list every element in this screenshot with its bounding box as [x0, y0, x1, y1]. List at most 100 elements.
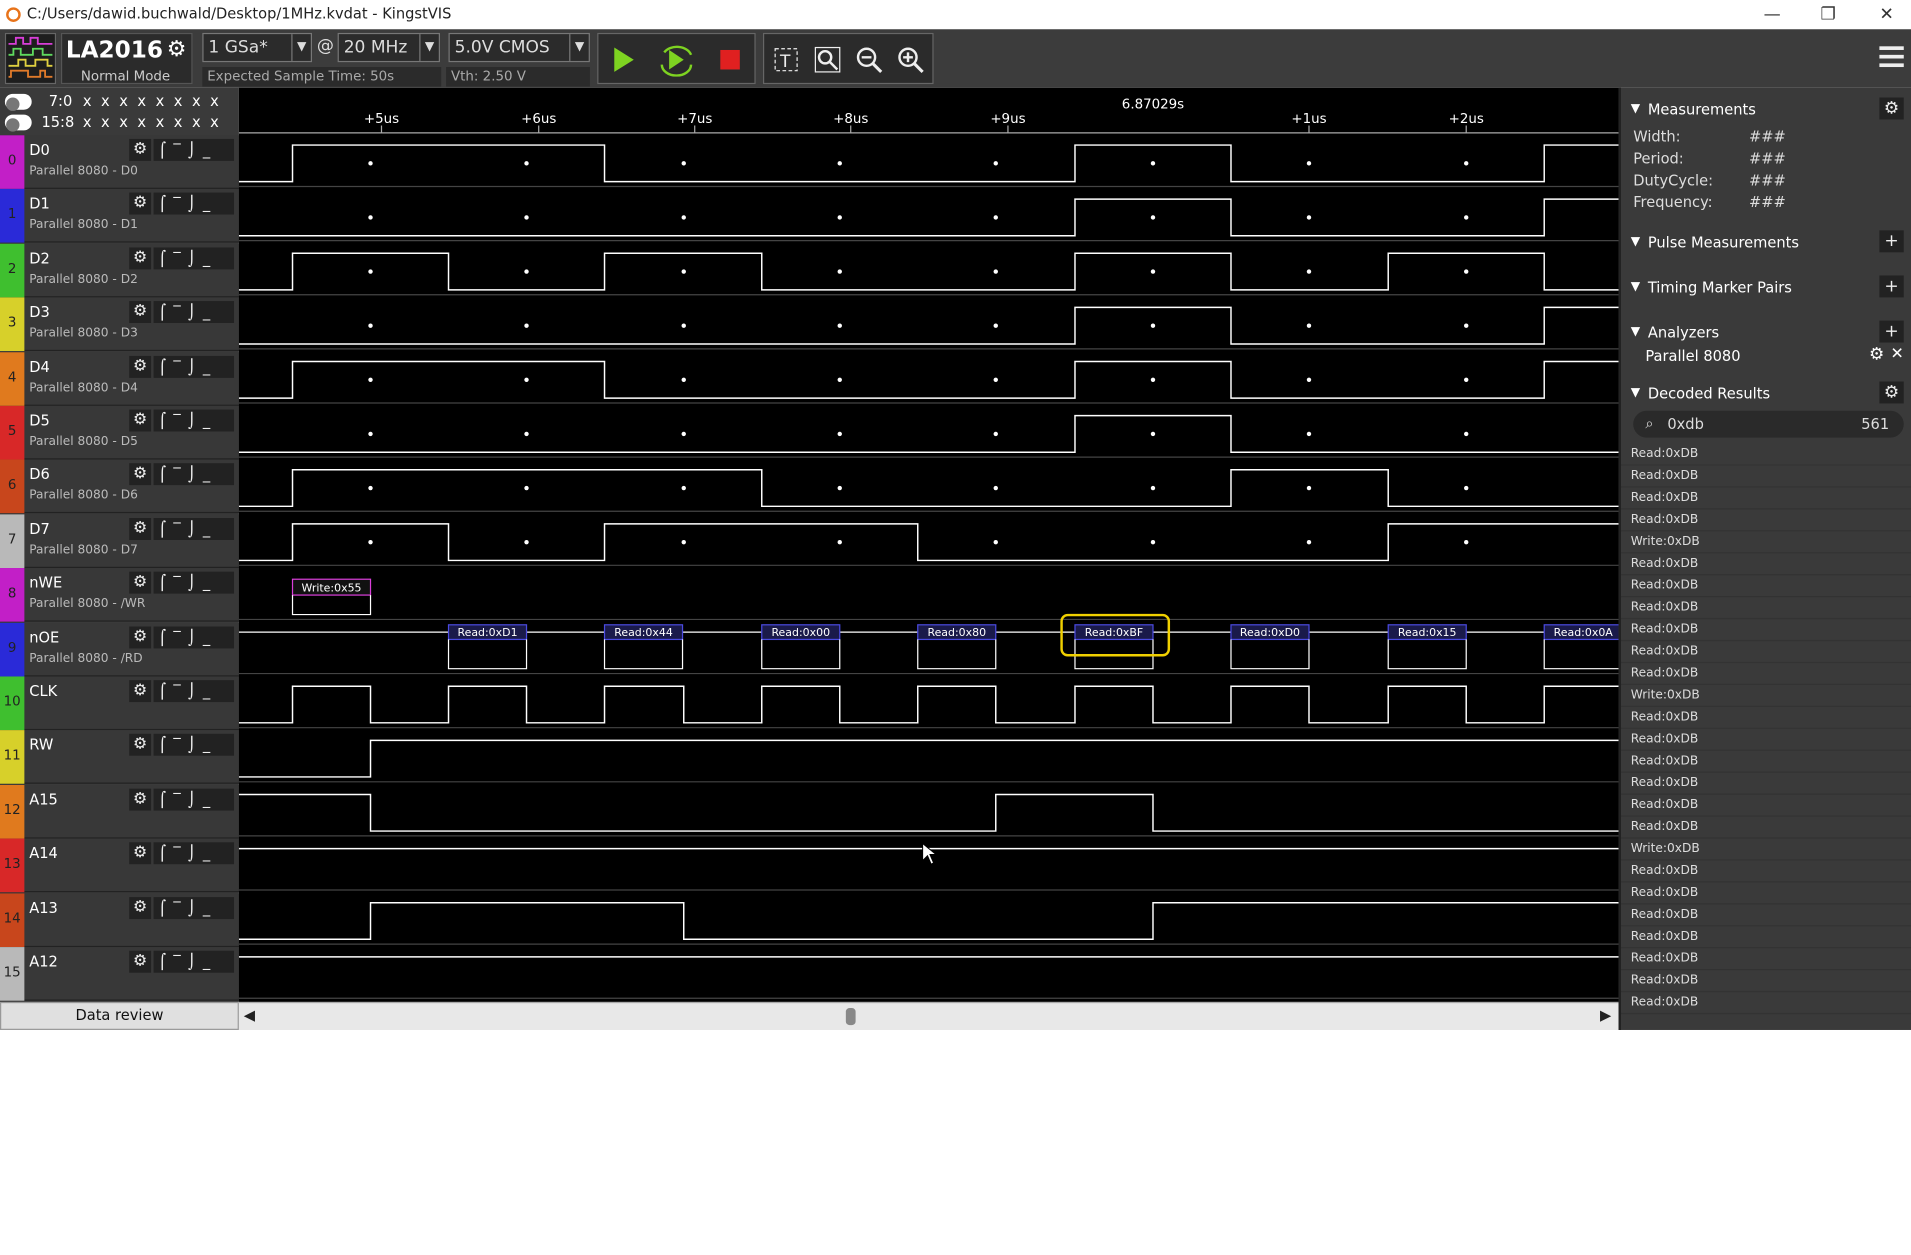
decoded-result-item[interactable]: Read:0xDB [1621, 597, 1911, 620]
channel-gear-icon[interactable]: ⚙ [129, 463, 152, 486]
repeat-button[interactable] [657, 43, 693, 77]
channel-row-d1[interactable]: 1 D1 Parallel 8080 - D1 ⚙ ⌠‾⌡_ [0, 189, 239, 244]
collapse-triangle-icon[interactable]: ▼ [1631, 280, 1640, 293]
channel-gear-icon[interactable]: ⚙ [129, 842, 152, 865]
collapse-triangle-icon[interactable]: ▼ [1631, 386, 1640, 399]
data-review-button[interactable]: Data review [0, 1001, 239, 1030]
text-tool-button[interactable]: T [769, 43, 803, 77]
frequency-select[interactable]: 20 MHz ▼ [337, 32, 440, 63]
decoded-result-item[interactable]: Write:0xDB [1621, 531, 1911, 554]
trigger-select-icon[interactable]: ⌠‾⌡_ [153, 896, 235, 919]
channel-gear-icon[interactable]: ⚙ [129, 734, 152, 757]
decoded-gear-icon[interactable]: ⚙ [1879, 381, 1904, 404]
trigger-select-icon[interactable]: ⌠‾⌡_ [153, 193, 235, 216]
decoded-result-item[interactable]: Read:0xDB [1621, 795, 1911, 817]
decoded-results-list[interactable]: Read:0xDB Read:0xDB Read:0xDB Read:0xDB Writ… [1621, 444, 1911, 1017]
trigger-select-icon[interactable]: ⌠‾⌡_ [153, 680, 235, 703]
hamburger-menu-icon[interactable] [1879, 46, 1904, 72]
channel-row-rw[interactable]: 11 RW ⚙ ⌠‾⌡_ [0, 730, 239, 785]
collapse-triangle-icon[interactable]: ▼ [1631, 325, 1640, 338]
channel-gear-icon[interactable]: ⚙ [129, 788, 152, 811]
channel-row-a15[interactable]: 12 A15 ⚙ ⌠‾⌡_ [0, 784, 239, 839]
decoded-result-item[interactable]: Read:0xDB [1621, 488, 1911, 510]
decoded-result-item[interactable]: Read:0xDB [1621, 663, 1911, 686]
decoded-result-item[interactable]: Read:0xDB [1621, 904, 1911, 927]
decoded-result-item[interactable]: Read:0xDB [1621, 466, 1911, 488]
decoded-result-item[interactable]: Read:0xDB [1621, 575, 1911, 598]
restore-button[interactable]: ❐ [1810, 2, 1847, 26]
channel-gear-icon[interactable]: ⚙ [129, 680, 152, 703]
channel-row-nwe[interactable]: 8 nWE Parallel 8080 - /WR ⚙ ⌠‾⌡_ [0, 568, 239, 622]
scroll-thumb[interactable] [845, 1008, 856, 1026]
decoded-result-item[interactable]: Read:0xDB [1621, 751, 1911, 773]
decoded-result-item[interactable]: Read:0xDB [1621, 882, 1911, 905]
channel-gear-icon[interactable]: ⚙ [129, 626, 152, 648]
channel-gear-icon[interactable]: ⚙ [129, 571, 152, 594]
trigger-select-icon[interactable]: ⌠‾⌡_ [153, 138, 235, 161]
channel-row-d6[interactable]: 6 D6 Parallel 8080 - D6 ⚙ ⌠‾⌡_ [0, 460, 239, 514]
decoded-search-input[interactable]: ⌕ 0xdb 561 [1633, 410, 1904, 438]
decoded-result-item[interactable]: Write:0xDB [1621, 839, 1911, 861]
trigger-select-icon[interactable]: ⌠‾⌡_ [153, 626, 235, 648]
channel-gear-icon[interactable]: ⚙ [129, 409, 152, 432]
channel-gear-icon[interactable]: ⚙ [129, 301, 152, 324]
analyzer-close-icon[interactable]: ✕ [1890, 345, 1903, 363]
channel-row-d2[interactable]: 2 D2 Parallel 8080 - D2 ⚙ ⌠‾⌡_ [0, 243, 239, 298]
channel-row-a12[interactable]: 15 A12 ⚙ ⌠‾⌡_ [0, 947, 239, 1001]
channel-row-d7[interactable]: 7 D7 Parallel 8080 - D7 ⚙ ⌠‾⌡_ [0, 514, 239, 568]
trigger-select-icon[interactable]: ⌠‾⌡_ [153, 463, 235, 486]
decoded-result-item[interactable]: Write:0xDB [1621, 685, 1911, 707]
channel-gear-icon[interactable]: ⚙ [129, 193, 152, 216]
decoded-result-item[interactable]: Read:0xDB [1621, 861, 1911, 883]
decoded-result-item[interactable]: Read:0xDB [1621, 641, 1911, 664]
channel-row-d4[interactable]: 4 D4 Parallel 8080 - D4 ⚙ ⌠‾⌡_ [0, 351, 239, 406]
decoded-result-item[interactable]: Read:0xDB [1621, 619, 1911, 642]
trigger-select-icon[interactable]: ⌠‾⌡_ [153, 571, 235, 594]
add-icon[interactable]: + [1879, 275, 1904, 298]
collapse-triangle-icon[interactable]: ▼ [1631, 102, 1640, 115]
decoded-result-item[interactable]: Read:0xDB [1621, 510, 1911, 532]
trigger-select-icon[interactable]: ⌠‾⌡_ [153, 247, 235, 270]
trigger-select-icon[interactable]: ⌠‾⌡_ [153, 409, 235, 432]
channel-gear-icon[interactable]: ⚙ [129, 138, 152, 161]
channel-row-d0[interactable]: 0 D0 Parallel 8080 - D0 ⚙ ⌠‾⌡_ [0, 135, 239, 189]
trigger-select-icon[interactable]: ⌠‾⌡_ [153, 734, 235, 757]
decoded-result-item[interactable]: Read:0xDB [1621, 948, 1911, 971]
analyzer-gear-icon[interactable]: ⚙ [1869, 345, 1884, 365]
group-toggle[interactable] [4, 114, 32, 132]
channel-gear-icon[interactable]: ⚙ [129, 517, 152, 540]
zoom-in-button[interactable] [893, 43, 927, 77]
trigger-select-icon[interactable]: ⌠‾⌡_ [153, 355, 235, 378]
stop-button[interactable] [713, 43, 747, 77]
add-icon[interactable]: + [1879, 320, 1904, 343]
decoded-result-item[interactable]: Read:0xDB [1621, 444, 1911, 466]
trigger-select-icon[interactable]: ⌠‾⌡_ [153, 301, 235, 324]
decoded-result-item[interactable]: Read:0xDB [1621, 707, 1911, 729]
close-window-button[interactable]: ✕ [1868, 2, 1905, 26]
channel-row-clk[interactable]: 10 CLK ⚙ ⌠‾⌡_ [0, 676, 239, 731]
group-toggle[interactable] [4, 93, 32, 111]
decoded-result-item[interactable]: Read:0xDB [1621, 553, 1911, 576]
measurements-gear-icon[interactable]: ⚙ [1879, 97, 1904, 120]
device-settings-gear-icon[interactable]: ⚙ [167, 37, 187, 63]
channel-gear-icon[interactable]: ⚙ [129, 247, 152, 270]
decoded-result-item[interactable]: Read:0xDB [1621, 729, 1911, 751]
sample-rate-select[interactable]: 1 GSa* ▼ [202, 32, 313, 63]
trigger-select-icon[interactable]: ⌠‾⌡_ [153, 950, 235, 973]
waveform-view[interactable]: +5us +6us +7us +8us +9us 6.87029s +1us +2us Writ… [238, 87, 1623, 1002]
zoom-out-button[interactable] [852, 43, 886, 77]
channel-row-a14[interactable]: 13 A14 ⚙ ⌠‾⌡_ [0, 838, 239, 893]
channel-row-d3[interactable]: 3 D3 Parallel 8080 - D3 ⚙ ⌠‾⌡_ [0, 297, 239, 352]
decoded-result-item[interactable]: Read:0xDB [1621, 773, 1911, 795]
voltage-select[interactable]: 5.0V CMOS ▼ [448, 32, 590, 63]
decoded-result-item[interactable]: Read:0xDB [1621, 970, 1911, 993]
zoom-fit-button[interactable] [811, 43, 845, 77]
channel-gear-icon[interactable]: ⚙ [129, 896, 152, 919]
trigger-select-icon[interactable]: ⌠‾⌡_ [153, 517, 235, 540]
scroll-right-icon[interactable]: ▶ [1600, 1007, 1611, 1024]
collapse-triangle-icon[interactable]: ▼ [1631, 235, 1640, 248]
channel-row-d5[interactable]: 5 D5 Parallel 8080 - D5 ⚙ ⌠‾⌡_ [0, 405, 239, 460]
add-icon[interactable]: + [1879, 230, 1904, 253]
horizontal-scrollbar[interactable]: ◀ ▶ [238, 1001, 1619, 1030]
decoded-result-item[interactable]: Read:0xDB [1621, 992, 1911, 1015]
